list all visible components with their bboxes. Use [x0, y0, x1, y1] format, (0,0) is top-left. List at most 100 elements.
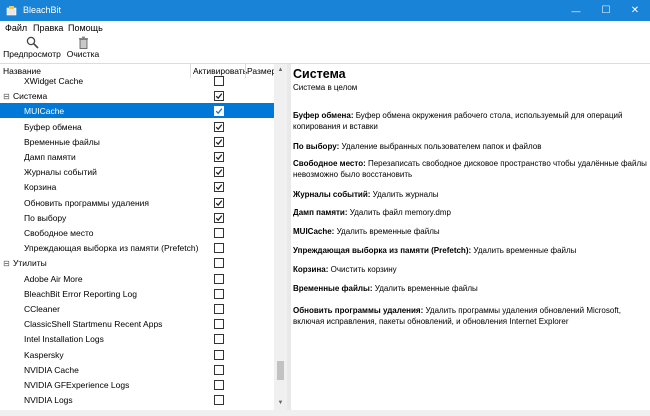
tree-scrollbar[interactable]: ▲ ▼: [274, 64, 287, 410]
activate-checkbox[interactable]: [214, 304, 224, 314]
activate-checkbox[interactable]: [214, 380, 224, 390]
status-bar: [0, 410, 650, 416]
activate-checkbox[interactable]: [214, 288, 224, 299]
close-icon: ✕: [630, 5, 640, 16]
tree-row[interactable]: ClassicShell Startmenu Recent Apps: [0, 316, 274, 331]
entry-name: Обновить программы удаления:: [293, 306, 424, 315]
tree-row[interactable]: Временные файлы: [0, 134, 274, 149]
tree-row-label: ClassicShell Startmenu Recent Apps: [24, 319, 163, 330]
activate-checkbox[interactable]: [214, 121, 224, 132]
activate-checkbox[interactable]: [214, 106, 224, 117]
description-entry: MUICache: Удалить временные файлы: [293, 226, 648, 237]
clean-button[interactable]: Очистка: [63, 36, 103, 62]
tree-row-label: NVIDIA Cache: [24, 364, 79, 375]
tree-row[interactable]: MUICache: [0, 103, 274, 119]
tree-row[interactable]: NVIDIA Logs: [0, 392, 274, 407]
entry-name: MUICache:: [293, 227, 335, 236]
minimize-button[interactable]: —: [561, 0, 591, 21]
tree-row[interactable]: XWidget Cache: [0, 73, 274, 88]
activate-checkbox[interactable]: [214, 167, 224, 178]
tree-row-label: Intel Installation Logs: [24, 334, 104, 345]
tree-row[interactable]: Корзина: [0, 179, 274, 194]
tree-row[interactable]: Intel Installation Logs: [0, 331, 274, 346]
activate-checkbox[interactable]: [214, 395, 224, 406]
preview-button[interactable]: Предпросмотр: [3, 36, 61, 62]
tree-row-label: Журналы событий: [24, 167, 97, 178]
menu-help[interactable]: Помощь: [68, 23, 103, 33]
description-entry: Буфер обмена: Буфер обмена окружения раб…: [293, 110, 648, 132]
tree-row[interactable]: По выбору: [0, 210, 274, 225]
tree-group-row[interactable]: ⊟ Система: [0, 88, 274, 103]
check-icon: [215, 93, 223, 100]
description-entry: Упреждающая выборка из памяти (Prefetch)…: [293, 245, 648, 256]
activate-checkbox[interactable]: [214, 152, 224, 162]
tree-row[interactable]: Kaspersky: [0, 347, 274, 362]
menu-file[interactable]: Файл: [5, 23, 27, 33]
cleaner-tree[interactable]: Название Активировать Размер XWidget Cac…: [0, 64, 274, 410]
activate-checkbox[interactable]: [214, 349, 224, 360]
description-entry: По выбору: Удаление выбранных пользовате…: [293, 141, 648, 152]
activate-checkbox[interactable]: [214, 258, 224, 269]
tree-row-label: Kaspersky: [24, 349, 64, 360]
check-icon: [215, 199, 223, 206]
tree-row[interactable]: NVIDIA Cache: [0, 362, 274, 377]
tree-row[interactable]: Упреждающая выборка из памяти (Prefetch): [0, 240, 274, 255]
tree-row-label: Adobe Air More: [24, 273, 83, 284]
menu-bar: Файл Правка Помощь: [0, 21, 650, 35]
check-icon: [215, 169, 223, 176]
check-icon: [215, 108, 223, 115]
tree-row[interactable]: CCleaner: [0, 301, 274, 316]
tree-row-label: Обновить программы удаления: [24, 197, 150, 208]
description-entry: Дамп памяти: Удалить файл memory.dmp: [293, 207, 648, 218]
tree-row[interactable]: Свободное место: [0, 225, 274, 240]
scroll-thumb[interactable]: [277, 361, 284, 380]
scroll-down-icon[interactable]: ▼: [274, 397, 287, 410]
title-bar: BleachBit — ☐ ✕: [0, 0, 650, 21]
collapse-icon[interactable]: ⊟: [3, 259, 10, 268]
tree-row-label: Система: [13, 91, 48, 102]
activate-checkbox[interactable]: [214, 273, 224, 284]
activate-checkbox[interactable]: [214, 228, 224, 238]
maximize-button[interactable]: ☐: [591, 0, 621, 21]
tree-row-label: CCleaner: [24, 304, 60, 314]
activate-checkbox[interactable]: [214, 334, 224, 345]
collapse-icon[interactable]: ⊟: [3, 92, 10, 101]
minimize-icon: —: [571, 5, 581, 16]
entry-name: Временные файлы:: [293, 284, 373, 293]
entry-text: Удалить временные файлы: [336, 227, 440, 236]
pane-splitter[interactable]: [287, 64, 291, 410]
menu-edit[interactable]: Правка: [33, 23, 63, 33]
check-icon: [215, 184, 223, 191]
scroll-up-icon[interactable]: ▲: [274, 64, 287, 77]
activate-checkbox[interactable]: [214, 319, 224, 330]
tree-row-label: Свободное место: [24, 228, 94, 238]
tree-row[interactable]: Обновить программы удаления: [0, 195, 274, 210]
tree-row-label: NVIDIA GFExperience Logs: [24, 380, 130, 390]
tree-row-label: NVIDIA Logs: [24, 395, 73, 406]
tree-row[interactable]: Adobe Air More: [0, 271, 274, 286]
tree-row-label: Временные файлы: [24, 136, 100, 147]
description-entry: Свободное место: Перезаписать свободное …: [293, 158, 648, 180]
tree-row-label: Упреждающая выборка из памяти (Prefetch): [24, 243, 199, 254]
close-button[interactable]: ✕: [620, 0, 650, 21]
activate-checkbox[interactable]: [214, 182, 224, 193]
activate-checkbox[interactable]: [214, 364, 224, 375]
activate-checkbox[interactable]: [214, 212, 224, 223]
tree-row[interactable]: Журналы событий: [0, 164, 274, 179]
tree-group-row[interactable]: ⊟ Утилиты: [0, 255, 274, 270]
tree-row[interactable]: Буфер обмена: [0, 119, 274, 134]
activate-checkbox[interactable]: [214, 136, 224, 147]
activate-checkbox[interactable]: [214, 91, 224, 102]
entry-text: Удалить журналы: [372, 190, 439, 199]
entry-name: Журналы событий:: [293, 190, 371, 199]
activate-checkbox[interactable]: [214, 197, 224, 208]
tree-row[interactable]: NVIDIA GFExperience Logs: [0, 377, 274, 392]
tree-row-label: Буфер обмена: [24, 121, 82, 132]
check-icon: [215, 214, 223, 221]
activate-checkbox[interactable]: [214, 243, 224, 254]
activate-checkbox[interactable]: [214, 76, 224, 86]
tree-row[interactable]: Дамп памяти: [0, 149, 274, 164]
tree-row-label: MUICache: [24, 106, 65, 117]
app-icon: [6, 6, 17, 16]
tree-row[interactable]: BleachBit Error Reporting Log: [0, 286, 274, 301]
